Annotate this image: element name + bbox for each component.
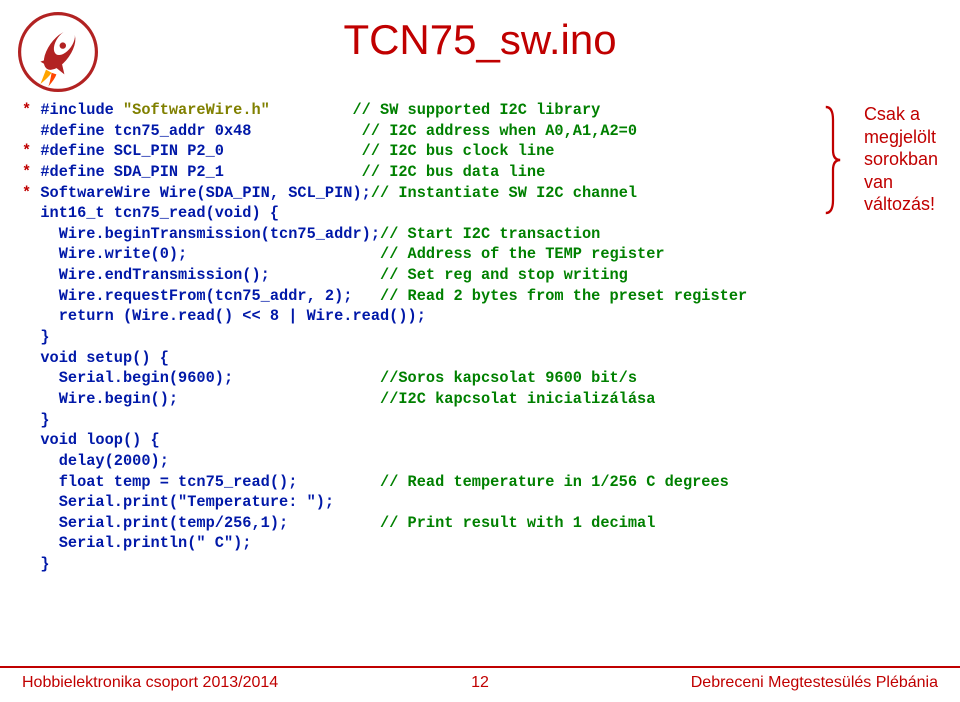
page-title: TCN75_sw.ino <box>0 16 960 64</box>
star-marker: * <box>22 163 31 181</box>
slide-page: TCN75_sw.ino Csak a megjelölt sorokban v… <box>0 0 960 702</box>
page-number: 12 <box>471 674 489 692</box>
code-listing: * #include "SoftwareWire.h" // SW suppor… <box>22 100 942 575</box>
footer-right: Debreceni Megtestesülés Plébánia <box>691 674 938 692</box>
star-marker: * <box>22 142 31 160</box>
star-marker: * <box>22 101 31 119</box>
footer-left: Hobbielektronika csoport 2013/2014 <box>22 674 278 692</box>
star-marker: * <box>22 184 31 202</box>
footer: Hobbielektronika csoport 2013/2014 12 De… <box>0 666 960 694</box>
